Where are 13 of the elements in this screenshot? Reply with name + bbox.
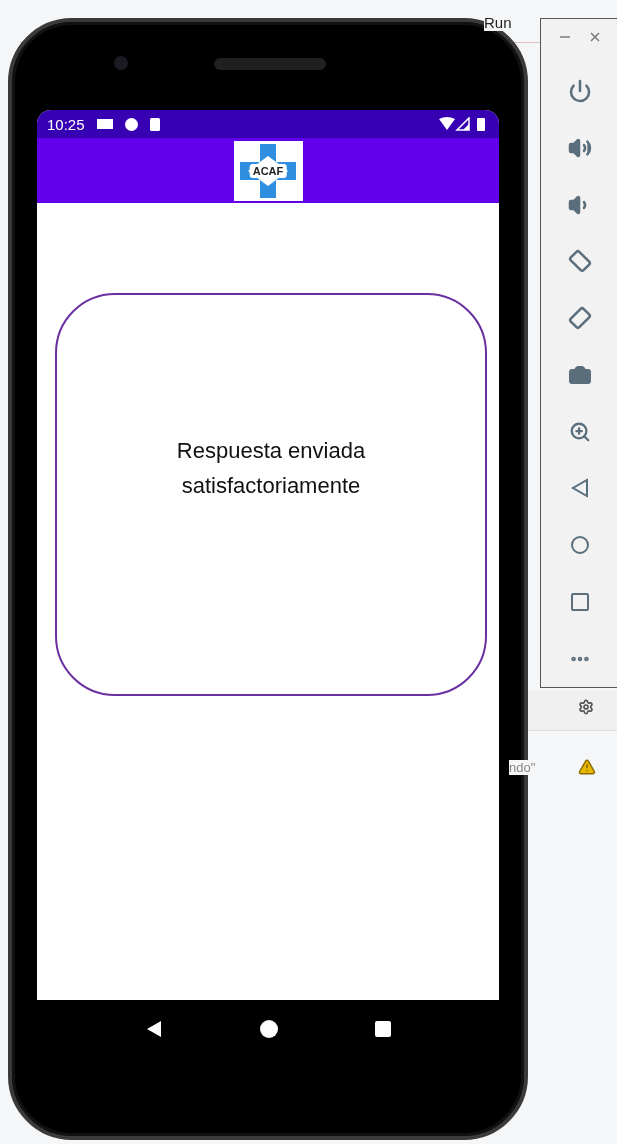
warning-icon	[578, 758, 596, 776]
circle-icon	[124, 117, 138, 131]
log-text: ndo"	[509, 760, 536, 775]
camera-dot	[114, 56, 128, 70]
recents-icon[interactable]	[374, 1021, 391, 1037]
success-message: Respuesta enviada satisfactoriamente	[175, 437, 367, 501]
minimize-icon[interactable]	[560, 35, 570, 38]
status-time: 10:25	[47, 115, 85, 133]
home-icon[interactable]	[260, 1020, 278, 1038]
close-icon[interactable]	[590, 31, 600, 42]
settings-icon[interactable]	[578, 699, 594, 715]
back-icon[interactable]	[145, 1020, 164, 1038]
sd-card-icon	[149, 117, 160, 131]
